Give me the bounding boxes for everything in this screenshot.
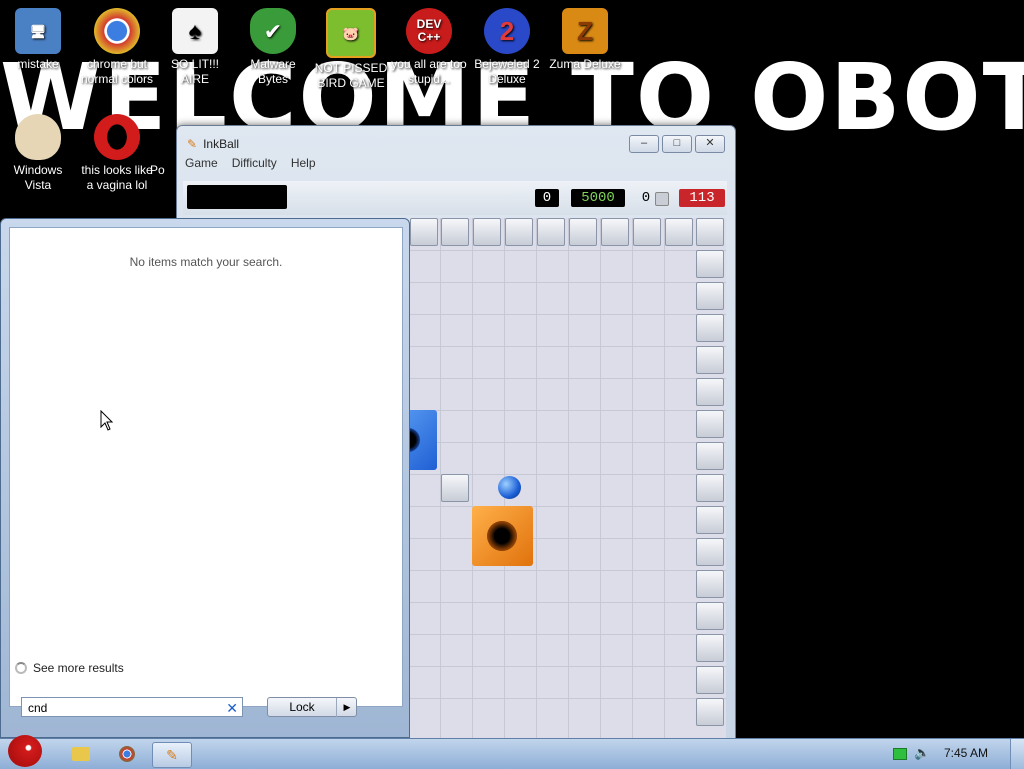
volume-icon[interactable]: 🔈 [914, 745, 930, 761]
inkball-icon: ✎ [166, 746, 178, 763]
blue-ball [498, 476, 521, 499]
wall-block [696, 602, 724, 630]
wall-block [696, 506, 724, 534]
balls-count: 0 [641, 190, 651, 206]
score-bar: 0 5000 0 113 [183, 181, 727, 215]
chrome-icon [94, 8, 140, 54]
wall-block [696, 442, 724, 470]
lock-label: Lock [289, 700, 315, 714]
wall-block [569, 218, 597, 246]
desktop-icon-bird-game[interactable]: 🐷 NOT PISSED BIRD GAME [313, 0, 389, 91]
window-title: InkBall [203, 137, 240, 151]
ball-slot-icon [655, 192, 669, 206]
zuma-icon: Z [562, 8, 608, 54]
menu-game[interactable]: Game [185, 156, 218, 174]
angry-bird-icon: 🐷 [326, 8, 376, 58]
menu-help[interactable]: Help [291, 156, 316, 174]
search-input-value: cnd [28, 701, 48, 715]
desktop-icon-bejeweled[interactable]: 2 Bejeweled 2 Deluxe [469, 0, 545, 87]
solitaire-icon: ♠ [172, 8, 218, 54]
folder-icon [72, 747, 90, 761]
wall-block [696, 250, 724, 278]
wall-block [473, 218, 501, 246]
wall-block [441, 218, 469, 246]
wall-block [601, 218, 629, 246]
taskbar-explorer-button[interactable] [62, 742, 100, 766]
start-button[interactable] [2, 733, 48, 769]
wall-block [696, 538, 724, 566]
wall-block [696, 570, 724, 598]
game-playfield[interactable] [410, 218, 726, 738]
chrome-icon [119, 746, 135, 762]
shield-icon: ✔ [250, 8, 296, 54]
network-icon[interactable] [893, 748, 907, 760]
wall-block [696, 634, 724, 662]
taskbar: ✎ 🔈 7:45 AM [0, 735, 1024, 769]
desktop-icon-windows-vista[interactable]: Windows Vista [0, 106, 76, 193]
menu-bar: Game Difficulty Help [185, 156, 316, 174]
score-panel [187, 185, 287, 209]
blue-hole [410, 410, 437, 470]
timer-display: 113 [679, 189, 725, 207]
orange-hole [472, 506, 533, 566]
maximize-button[interactable]: □ [662, 135, 692, 153]
wall-block [410, 218, 438, 246]
see-more-results-link[interactable]: See more results [15, 661, 124, 675]
desktop-icon-zuma[interactable]: Z Zuma Deluxe [547, 0, 623, 72]
opera-icon [94, 114, 140, 160]
wall-block [696, 474, 724, 502]
desktop-icon-malwarebytes[interactable]: ✔ Malware Bytes [235, 0, 311, 87]
wall-block [441, 474, 469, 502]
wall-block [696, 314, 724, 342]
angry-bird-start-icon [8, 735, 42, 767]
desktop-icon-devcpp[interactable]: DEV C++ you all are too stupid... [391, 0, 467, 87]
minimize-button[interactable]: – [629, 135, 659, 153]
wall-block [537, 218, 565, 246]
lock-options-arrow-icon[interactable]: ▶ [336, 698, 357, 717]
lock-button[interactable]: Lock ▶ [267, 697, 357, 717]
start-menu: No items match your search. See more res… [0, 218, 410, 738]
computer-icon: 🖥 [15, 8, 61, 54]
search-results-pane: No items match your search. [9, 227, 403, 707]
wall-block [696, 378, 724, 406]
mouse-cursor-icon [100, 410, 114, 431]
wall-block [696, 666, 724, 694]
inkball-app-icon: ✎ [187, 137, 198, 151]
menu-difficulty[interactable]: Difficulty [232, 156, 277, 174]
show-desktop-button[interactable] [1010, 739, 1024, 769]
taskbar-chrome-button[interactable] [108, 742, 146, 766]
inkball-title-bar[interactable]: ✎ InkBall [187, 135, 239, 153]
taskbar-inkball-button[interactable]: ✎ [152, 742, 192, 768]
wall-block [696, 218, 724, 246]
clear-search-icon[interactable]: ✕ [226, 698, 238, 718]
desktop-icon-mistake[interactable]: 🖥 mistake [0, 0, 76, 72]
egg-icon [15, 114, 61, 160]
wall-block [665, 218, 693, 246]
bejeweled-icon: 2 [484, 8, 530, 54]
search-input[interactable]: cnd ✕ [21, 697, 243, 717]
see-more-label: See more results [33, 661, 124, 675]
score-counter: 0 [535, 189, 559, 207]
desktop-icon-chrome[interactable]: chrome but normal colors [79, 0, 155, 87]
wall-block [633, 218, 661, 246]
wall-block [696, 410, 724, 438]
wall-block [696, 698, 724, 726]
desktop-icon-solitaire[interactable]: ♠ SO LIT!!! AIRE [157, 0, 233, 87]
no-results-message: No items match your search. [129, 255, 283, 269]
wall-block [696, 346, 724, 374]
points-display: 5000 [571, 189, 625, 207]
wall-block [696, 282, 724, 310]
wall-block [505, 218, 533, 246]
clock[interactable]: 7:45 AM [944, 746, 988, 760]
close-button[interactable]: ✕ [695, 135, 725, 153]
loading-spinner-icon [15, 662, 27, 674]
devcpp-icon: DEV C++ [406, 8, 452, 54]
desktop-icon-opera[interactable]: this looks like a vagina lol [79, 106, 155, 193]
